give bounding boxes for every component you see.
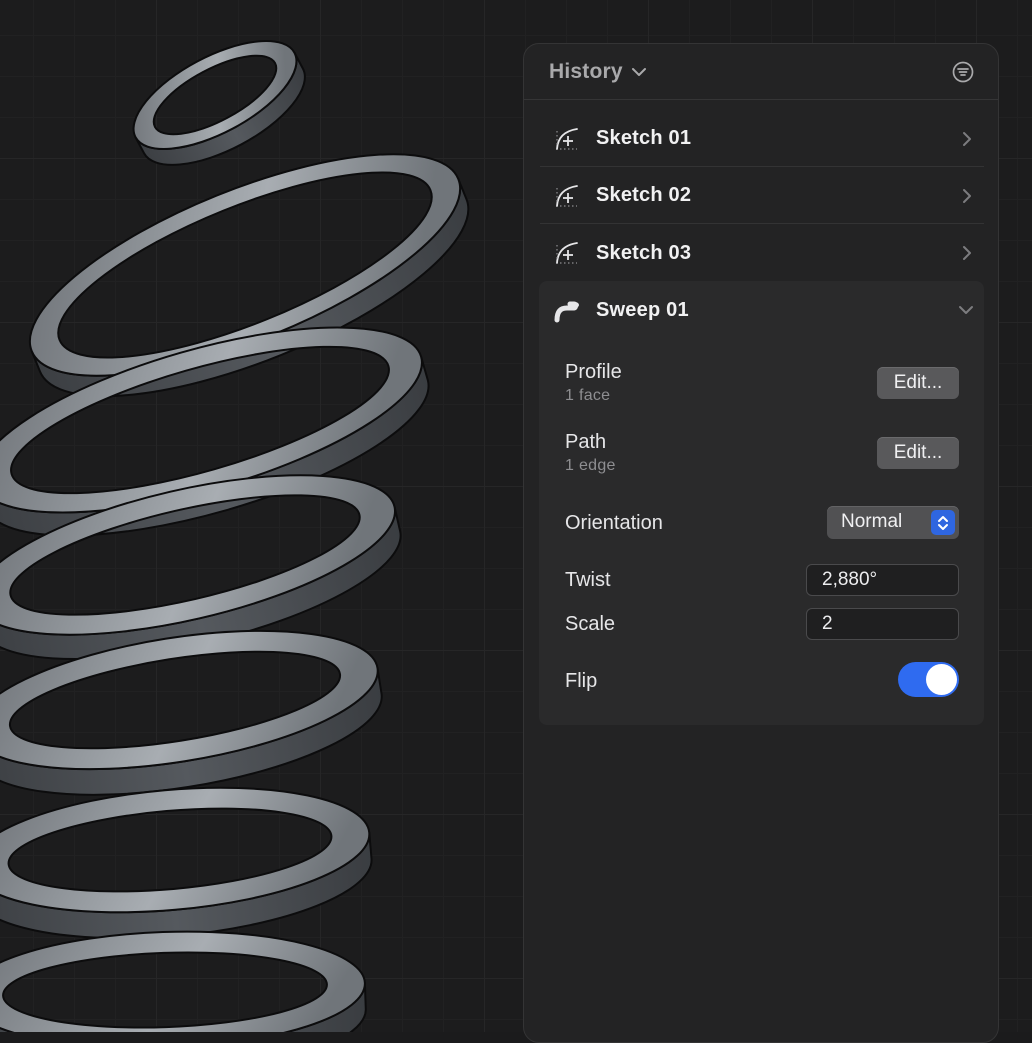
history-item-sketch-03[interactable]: Sketch 03 [540,225,984,281]
sweep-spring-model [0,40,470,1032]
scale-label: Scale [565,613,616,635]
path-edit-button[interactable]: Edit... [877,437,959,469]
chevron-down-icon[interactable] [958,303,974,317]
profile-edit-button[interactable]: Edit... [877,367,959,399]
flip-label: Flip [565,670,598,692]
path-label: Path [565,431,607,453]
history-item-label: Sweep 01 [596,298,689,321]
orientation-select[interactable]: Normal [827,506,959,539]
sketch-icon [554,126,580,152]
sketch-icon [554,240,580,266]
path-sub: 1 edge [565,457,616,474]
twist-label: Twist [565,569,611,591]
spring-coil [0,930,367,1032]
panel-title[interactable]: History [549,60,623,84]
history-item-label: Sketch 02 [596,184,692,206]
history-item-sketch-01[interactable]: Sketch 01 [540,111,984,167]
scale-input[interactable]: 2 [806,608,959,640]
up-down-chevron-icon [931,510,955,535]
history-item-sweep-01[interactable]: Sweep 01 [539,281,984,339]
twist-input[interactable]: 2,880° [806,564,959,596]
sketch-icon [554,183,580,209]
panel-header: History [524,44,998,100]
history-panel: History Sketch 01 Sketch 02 Sketch 03 Sw… [523,43,999,1043]
toggle-knob [926,664,957,695]
profile-label: Profile [565,361,622,383]
orientation-label: Orientation [565,512,663,534]
spring-coil [0,786,373,940]
history-item-label: Sketch 03 [596,241,692,264]
chevron-right-icon[interactable] [960,188,974,204]
chevron-down-icon[interactable] [631,64,647,80]
sweep-01-card: Sweep 01 Profile 1 face Edit... Path 1 e… [539,281,984,725]
history-item-label: Sketch 01 [596,127,692,149]
filter-icon[interactable] [952,61,974,83]
history-item-sketch-02[interactable]: Sketch 02 [540,168,984,224]
flip-toggle[interactable] [898,662,959,697]
chevron-right-icon[interactable] [960,245,974,261]
profile-sub: 1 face [565,387,611,404]
spring-coil [132,40,306,166]
sweep-icon [554,296,582,324]
orientation-value: Normal [841,511,903,532]
chevron-right-icon[interactable] [960,131,974,147]
